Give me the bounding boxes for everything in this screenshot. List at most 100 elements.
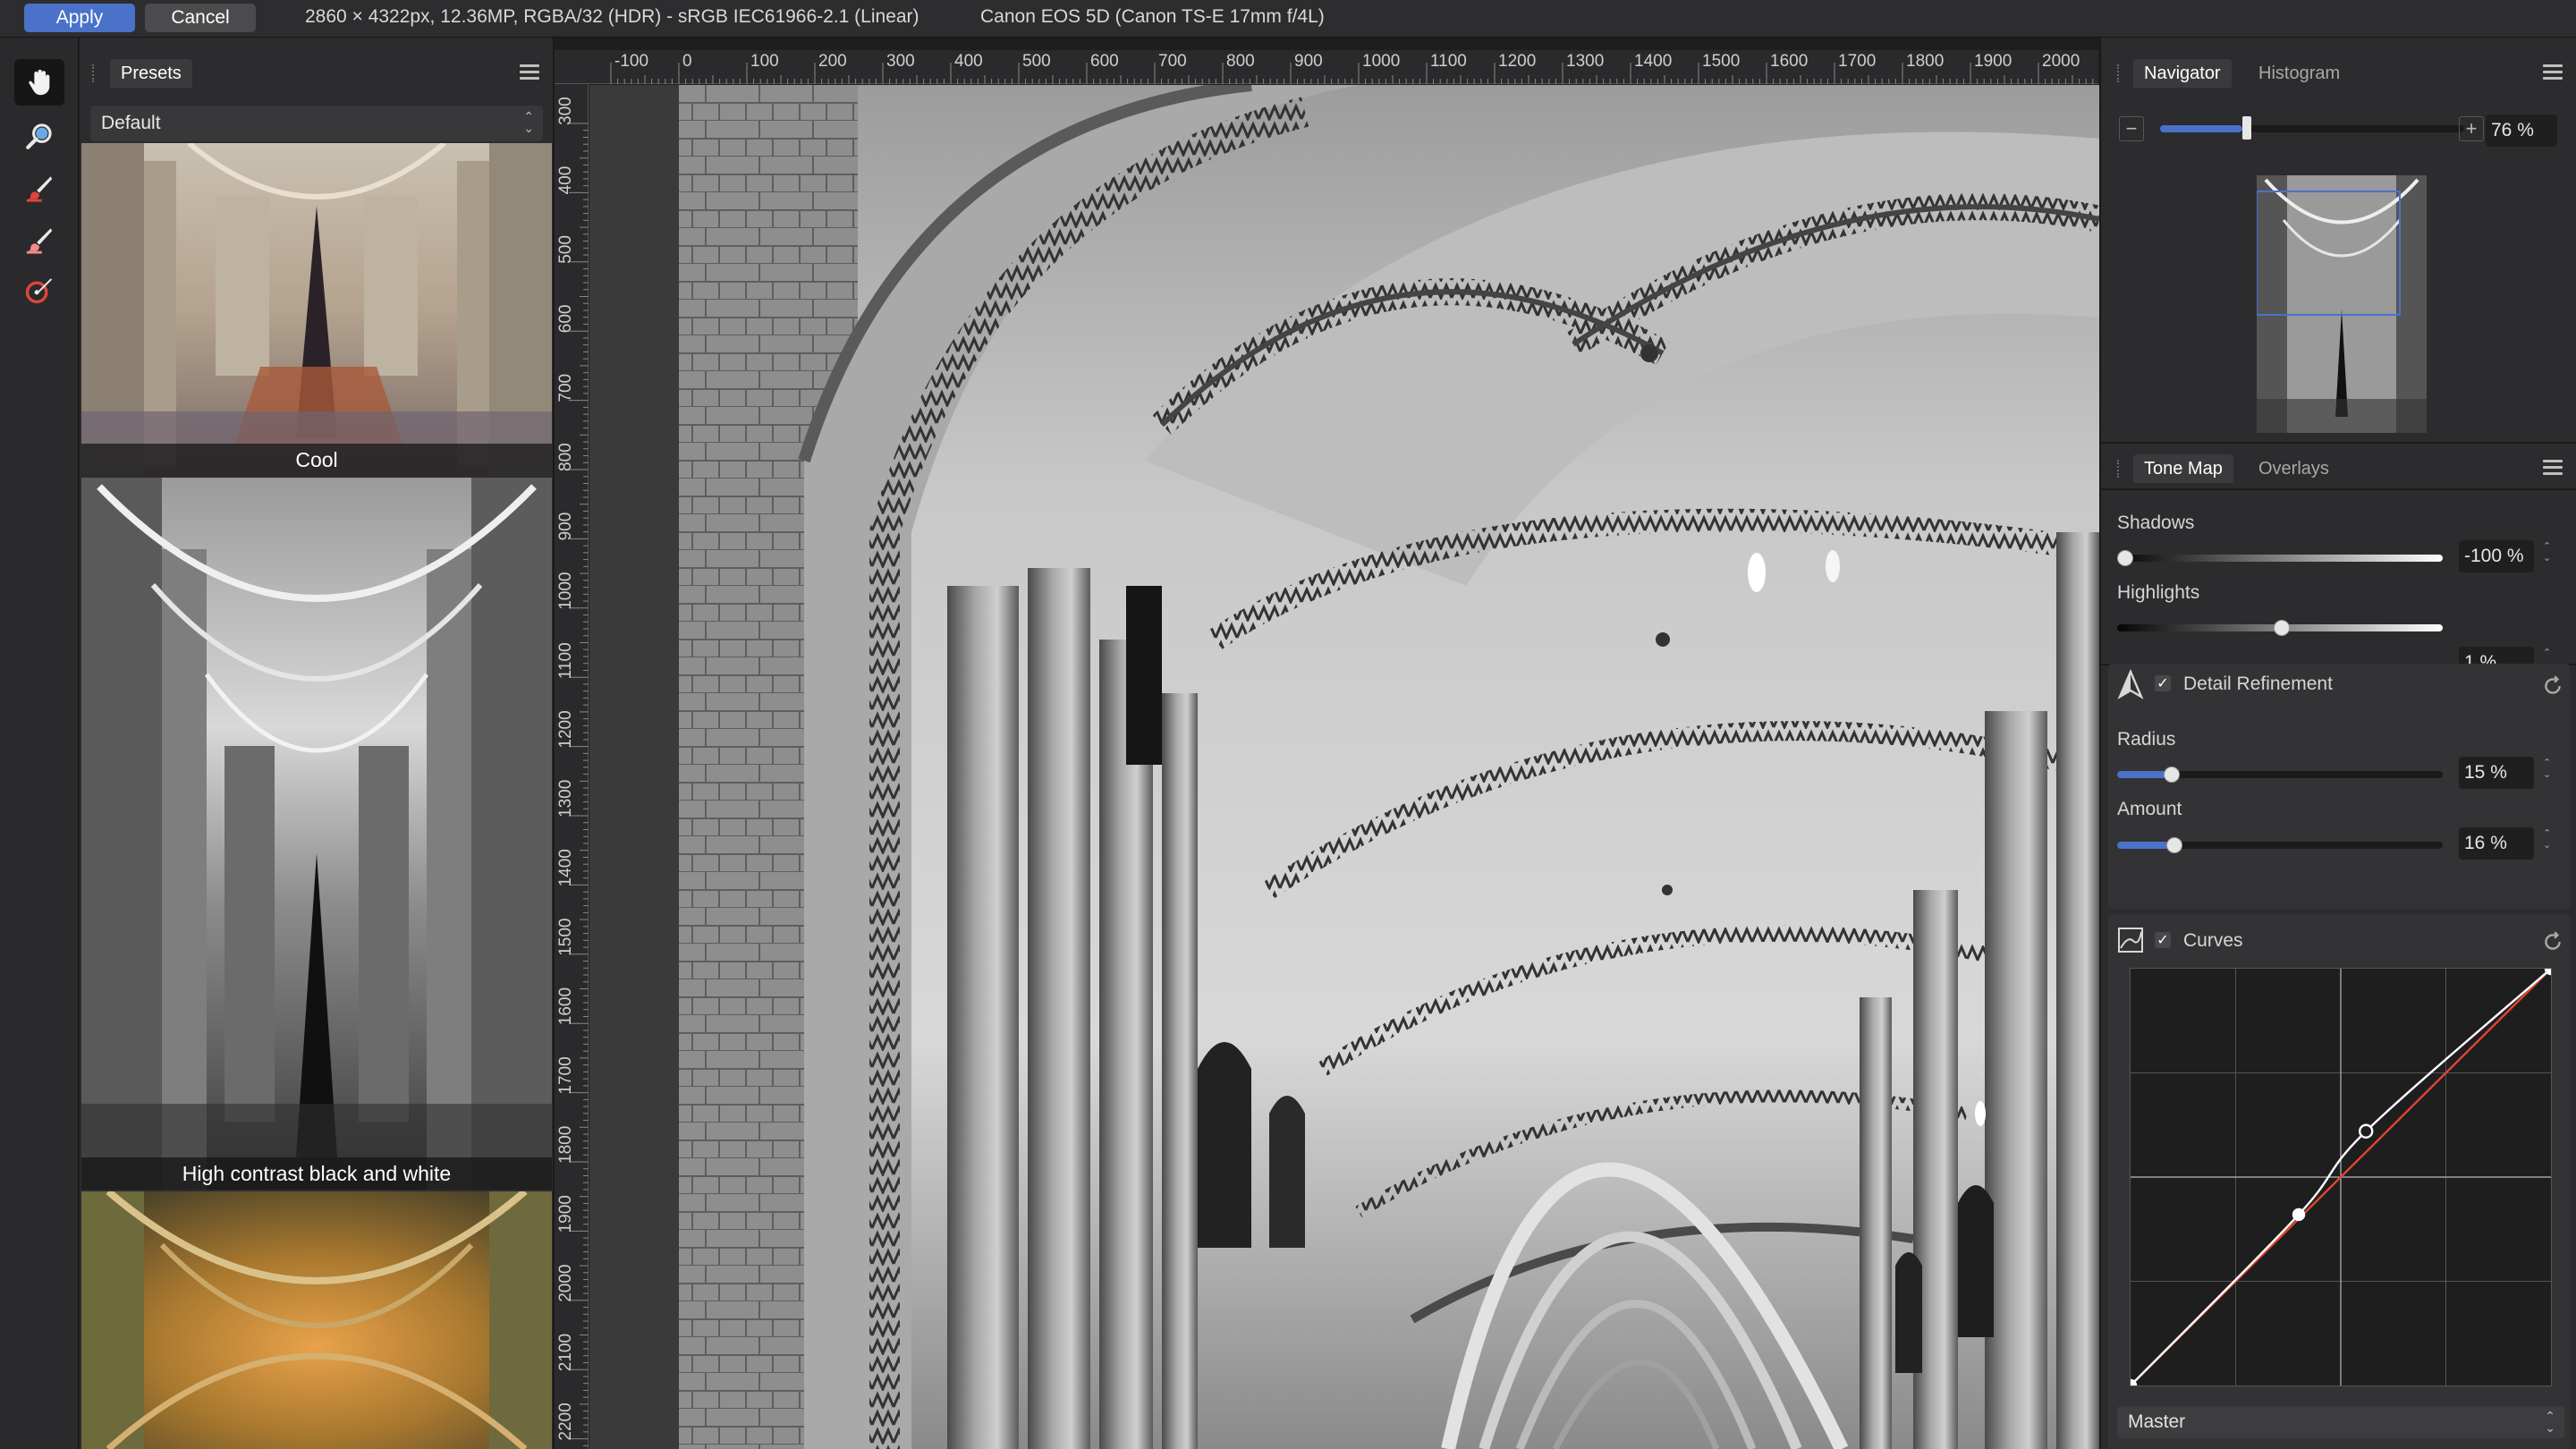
radius-slider-handle[interactable] [2163,767,2180,783]
amount-slider[interactable] [2117,835,2443,856]
ruler-tick-label: 300 [556,97,575,125]
ruler-tick-label: 2100 [556,1334,575,1371]
preset-item-high-contrast-bw[interactable]: High contrast black and white [81,478,552,1190]
document-canvas[interactable] [679,85,2099,1449]
ruler-tick-label: 200 [818,52,847,71]
tab-presets[interactable]: Presets [110,59,192,88]
zoom-tool-button[interactable] [14,113,64,159]
ruler-tick-label: 800 [1226,52,1255,71]
highlights-slider[interactable] [2117,617,2443,639]
tools-panel [0,38,79,1449]
navigator-preview[interactable] [2257,175,2427,433]
ruler-tick-label: 1700 [1838,52,1876,71]
ruler-tick-label: 1800 [1906,52,1944,71]
zoom-out-button[interactable]: − [2119,116,2144,141]
eraser-icon [26,228,53,254]
zoom-in-button[interactable]: + [2459,116,2484,141]
radius-stepper[interactable]: ⌃ ⌄ [2543,758,2555,781]
curves-plot [2131,969,2551,1385]
curves-graph[interactable] [2130,968,2552,1386]
panel-grip[interactable] [2117,64,2122,82]
curve-control-point[interactable] [2359,1123,2374,1139]
tab-tone-map[interactable]: Tone Map [2133,454,2233,483]
paint-brush-tool-button[interactable] [14,165,64,211]
color-picker-tool-button[interactable] [14,267,64,313]
navigator-thumbnail [2257,175,2427,433]
ruler-tick-label: 1500 [1702,52,1740,71]
radius-label: Radius [2117,729,2176,750]
presets-panel: Presets Default ⌃ ⌄ Cool High contrast b… [80,38,554,1449]
preset-thumbnail-high-contrast-bw [81,478,552,1190]
ruler-tick-label: 900 [1294,52,1323,71]
radius-value-field[interactable]: 15 % [2459,757,2534,789]
ruler-tick-label: 700 [1158,52,1187,71]
ruler-tick-label: 1900 [1974,52,2012,71]
amount-stepper[interactable]: ⌃ ⌄ [2543,828,2555,852]
reset-icon[interactable] [2541,930,2564,953]
curves-channel-dropdown[interactable]: Master ⌃ ⌄ [2117,1406,2564,1438]
top-bar: Apply Cancel 2860 × 4322px, 12.36MP, RGB… [0,0,2576,38]
preset-label: Cool [81,444,552,476]
amount-value-field[interactable]: 16 % [2459,827,2534,860]
detail-refinement-checkbox[interactable]: ✓ [2155,675,2171,691]
color-picker-icon [25,278,53,304]
amount-slider-handle[interactable] [2166,837,2183,853]
zoom-slider[interactable] [2160,116,2464,141]
tab-navigator[interactable]: Navigator [2133,59,2232,88]
ruler-tick-label: 1700 [556,1056,575,1094]
zoom-value-field[interactable]: 76 % [2486,114,2557,147]
panel-menu-icon[interactable] [2543,64,2563,80]
ruler-tick-label: 1300 [1566,52,1604,71]
shadows-slider[interactable] [2117,547,2443,569]
ruler-tick-label: 2200 [556,1402,575,1440]
curves-checkbox[interactable]: ✓ [2155,932,2171,948]
chevron-updown-icon: ⌃ ⌄ [2545,1409,2555,1435]
shadows-value-field[interactable]: -100 % [2459,540,2534,572]
shadows-stepper[interactable]: ⌃ ⌄ [2543,541,2555,564]
preset-thumbnail-cool [81,143,552,476]
radius-slider-fill [2117,771,2166,778]
shadows-label: Shadows [2117,513,2195,533]
panel-grip[interactable] [2117,460,2122,478]
highlights-slider-handle[interactable] [2273,620,2290,636]
ruler-tick-label: 600 [1090,52,1119,71]
horizontal-ruler[interactable]: -100 0 100 200 300 400 500 600 700 800 900 1000 1100… [555,50,2098,84]
hand-tool-button[interactable] [14,59,64,106]
curves-channel-value: Master [2128,1411,2186,1432]
ruler-tick-label: 2000 [556,1265,575,1302]
zoom-slider-handle[interactable] [2241,116,2251,140]
preset-category-dropdown[interactable]: Default ⌃ ⌄ [90,106,543,141]
ruler-tick-label: 1100 [1430,52,1467,71]
divider [2101,488,2576,490]
shadows-slider-track [2117,555,2443,562]
tab-overlays[interactable]: Overlays [2248,454,2340,483]
cancel-button[interactable]: Cancel [145,4,256,32]
panel-grip[interactable] [92,64,97,82]
sharpen-icon [2117,669,2144,699]
ruler-tick-label: 300 [886,52,915,71]
ruler-tick-label: 400 [954,52,983,71]
ruler-tick-label: 600 [556,304,575,333]
erase-brush-tool-button[interactable] [14,216,64,263]
vertical-ruler[interactable]: 300 400 500 600 700 800 900 1000 1100 1200 1300 140… [555,84,589,1449]
panel-menu-icon[interactable] [520,64,539,80]
ruler-tick-label: 800 [556,443,575,471]
panel-menu-icon[interactable] [2543,460,2563,476]
ruler-tick-label: 500 [556,235,575,264]
ruler-tick-label: 1900 [556,1195,575,1233]
preset-label: High contrast black and white [81,1157,552,1190]
curves-label: Curves [2183,930,2243,951]
tab-histogram[interactable]: Histogram [2248,59,2351,88]
apply-button[interactable]: Apply [24,4,135,32]
ruler-tick-label: 1200 [1498,52,1536,71]
radius-slider[interactable] [2117,764,2443,785]
curve-control-point[interactable] [2292,1208,2306,1222]
reset-icon[interactable] [2541,674,2564,698]
detail-refinement-label: Detail Refinement [2183,674,2333,694]
preset-item-warm[interactable] [81,1191,552,1449]
ruler-tick-label: 1800 [556,1126,575,1164]
vertical-ruler-ticks: 300 400 500 600 700 800 900 1000 1100 1200 1300 140… [556,97,589,1446]
preset-item-cool[interactable]: Cool [81,143,552,476]
horizontal-ruler-ticks: -100 0 100 200 300 400 500 600 700 800 900 1000 1100… [610,52,2094,84]
shadows-slider-handle[interactable] [2117,550,2133,566]
